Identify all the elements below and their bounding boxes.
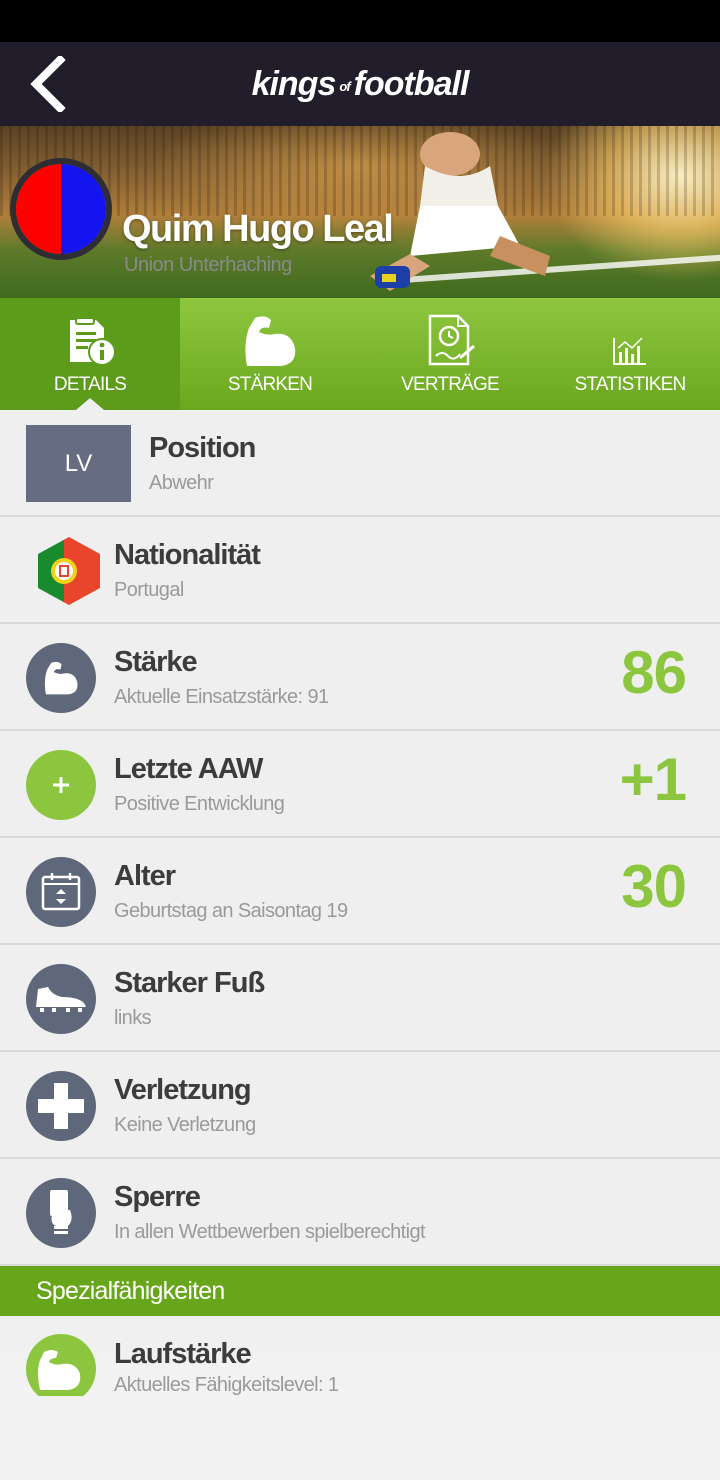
special-ability-row: Laufstärke Aktuelles Fähigkeitslevel: 1 [0,1316,720,1404]
runner-icon [38,1350,81,1390]
detail-row-strong-foot: Starker Fuß links [0,945,720,1052]
tab-staerken[interactable]: STÄRKEN [180,298,360,410]
row-title: Laufstärke [114,1338,252,1370]
club-badge [10,158,112,260]
row-subtitle: links [114,1007,152,1029]
detail-row-injury: Verletzung Keine Verletzung [0,1052,720,1159]
bicep-icon [245,316,296,366]
row-title: Sperre [114,1181,201,1213]
app-logo: kings of football [0,42,720,126]
active-tab-indicator [76,398,104,410]
portugal-flag-icon [38,537,100,605]
detail-row-age: Alter Geburtstag an Saisontag 19 30 [0,838,720,945]
details-info-icon [70,317,116,366]
back-button[interactable] [18,54,78,114]
strength-value: 86 [621,639,687,706]
strength-icon-circle [26,643,96,713]
medical-cross-icon [38,1083,84,1129]
bottom-blank-area [0,1396,720,1480]
player-name: Quim Hugo Leal [122,208,394,250]
bicep-icon [44,661,78,695]
detail-row-ban: Sperre In allen Wettbewerben spielberech… [0,1159,720,1266]
row-subtitle: Portugal [114,579,184,601]
aaw-value: +1 [619,746,687,813]
contract-icon [428,314,475,366]
footballer-photo [370,132,550,291]
row-title: Starker Fuß [114,967,265,999]
player-club: Union Unterhaching [124,254,292,276]
row-title: Letzte AAW [114,753,263,785]
tab-vertraege[interactable]: VERTRÄGE [360,298,540,410]
statistics-chart-icon [613,337,646,365]
position-badge: LV [26,425,131,502]
age-value: 30 [621,853,687,920]
player-details-list: LV Position Abwehr Nationalität Portugal… [0,410,720,1404]
tab-label: DETAILS [53,374,127,395]
plus-icon [53,777,69,793]
logo-text-of: of [339,78,350,94]
detail-row-nationality: Nationalität Portugal [0,517,720,624]
tab-statistiken[interactable]: STATISTIKEN [540,298,720,410]
tab-label: STATISTIKEN [574,374,687,395]
detail-row-last-aaw: Letzte AAW Positive Entwicklung +1 [0,731,720,838]
row-subtitle: Geburtstag an Saisontag 19 [114,900,348,922]
app-header: kings of football [0,42,720,126]
row-subtitle: Keine Verletzung [114,1114,256,1136]
age-icon-circle [26,857,96,927]
logo-text-kings: kings [251,64,337,103]
row-subtitle: Abwehr [149,472,214,494]
chevron-left-icon [30,56,66,112]
row-title: Nationalität [114,539,261,571]
club-color-right [61,164,106,254]
aaw-icon-circle [26,750,96,820]
detail-row-strength: Stärke Aktuelle Einsatzstärke: 91 86 [0,624,720,731]
tab-label: VERTRÄGE [401,374,500,395]
injury-icon-circle [26,1071,96,1141]
logo-text-football: football [353,64,470,103]
tab-details[interactable]: DETAILS [0,298,180,410]
tab-label: STÄRKEN [227,374,313,395]
calendar-icon [41,873,81,911]
row-subtitle: In allen Wettbewerben spielberechtigt [114,1221,426,1243]
row-subtitle: Positive Entwicklung [114,793,285,815]
foot-icon-circle [26,964,96,1034]
tab-bar: DETAILS STÄRKEN VERTRÄGE STATISTIKEN [0,298,720,410]
row-title: Alter [114,860,176,892]
row-title: Verletzung [114,1074,252,1106]
ban-icon-circle [26,1178,96,1248]
row-title: Position [149,432,256,464]
row-title: Stärke [114,646,198,678]
row-subtitle: Aktuelle Einsatzstärke: 91 [114,686,329,708]
red-card-hand-icon [50,1190,72,1234]
detail-row-position: LV Position Abwehr [0,410,720,517]
player-banner: Quim Hugo Leal Union Unterhaching [0,126,720,298]
special-abilities-header: Spezialfähigkeiten [0,1266,720,1316]
row-subtitle: Aktuelles Fähigkeitslevel: 1 [114,1374,339,1396]
status-bar [0,0,720,42]
ability-icon-circle [26,1334,96,1404]
football-boot-icon [36,987,86,1012]
club-color-left [16,164,61,254]
